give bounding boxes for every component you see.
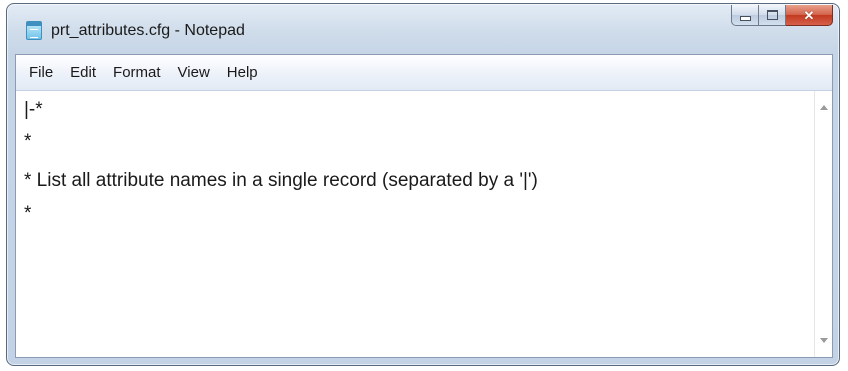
menu-edit[interactable]: Edit — [64, 61, 102, 84]
notepad-icon[interactable] — [26, 21, 42, 40]
menu-file[interactable]: File — [23, 61, 59, 84]
menu-bar: File Edit Format View Help — [16, 55, 832, 91]
maximize-button[interactable] — [759, 5, 786, 26]
menu-help[interactable]: Help — [221, 61, 264, 84]
editor-line-3: * List all attribute names in a single r… — [24, 170, 538, 191]
editor-line-4: * — [24, 203, 32, 224]
editor-line-1: |-* — [24, 99, 43, 120]
vertical-scrollbar[interactable] — [814, 91, 832, 357]
menu-view[interactable]: View — [172, 61, 216, 84]
maximize-icon — [766, 10, 778, 20]
client-area: File Edit Format View Help |-* * * List … — [15, 54, 833, 358]
text-editor[interactable]: |-* * * List all attribute names in a si… — [16, 91, 814, 357]
caption-buttons: ✕ — [731, 5, 833, 27]
window-title: prt_attributes.cfg - Notepad — [51, 22, 245, 39]
title-bar[interactable]: prt_attributes.cfg - Notepad ✕ — [7, 4, 839, 54]
minimize-icon — [739, 16, 751, 21]
minimize-button[interactable] — [731, 5, 759, 26]
close-icon: ✕ — [803, 7, 815, 23]
menu-format[interactable]: Format — [107, 61, 167, 84]
scroll-down-arrow-icon[interactable] — [820, 338, 828, 343]
notepad-window: prt_attributes.cfg - Notepad ✕ File Edit… — [6, 3, 840, 366]
editor-line-2: * — [24, 131, 32, 152]
scroll-up-arrow-icon[interactable] — [820, 105, 828, 110]
close-button[interactable]: ✕ — [786, 5, 833, 26]
